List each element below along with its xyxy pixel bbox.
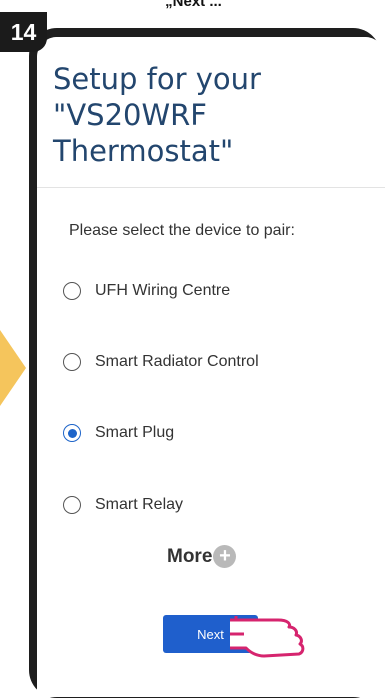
option-smart-relay[interactable]: Smart Relay (63, 491, 183, 519)
header: Setup for your "VS20WRF Thermostat" (37, 37, 385, 188)
page-title: Setup for your "VS20WRF Thermostat" (53, 62, 261, 168)
step-caption: „Next ... (165, 0, 222, 10)
more-button[interactable]: More + (167, 545, 237, 568)
plus-icon[interactable]: + (213, 545, 237, 568)
option-ufh-wiring-centre[interactable]: UFH Wiring Centre (63, 277, 230, 305)
option-label: Smart Relay (95, 496, 184, 513)
option-label: UFH Wiring Centre (95, 282, 231, 299)
radio-dot (67, 428, 77, 438)
option-label: Smart Plug (95, 424, 175, 441)
radio-unchecked-icon[interactable] (63, 282, 81, 300)
radio-unchecked-icon[interactable] (63, 353, 81, 371)
option-smart-radiator-control[interactable]: Smart Radiator Control (63, 348, 259, 376)
app-screen: Setup for your "VS20WRF Thermostat" Plea… (37, 37, 385, 697)
pair-prompt: Please select the device to pair: (69, 222, 295, 239)
phone-frame: Setup for your "VS20WRF Thermostat" Plea… (29, 28, 385, 698)
more-label: More (167, 545, 213, 567)
pointing-hand-icon (230, 616, 305, 658)
option-label: Smart Radiator Control (95, 353, 259, 370)
radio-unchecked-icon[interactable] (63, 496, 81, 514)
radio-checked-icon[interactable] (63, 424, 81, 442)
option-smart-plug[interactable]: Smart Plug (63, 419, 174, 447)
step-number-badge: 14 (0, 12, 47, 52)
arrow-right-icon (0, 330, 26, 406)
